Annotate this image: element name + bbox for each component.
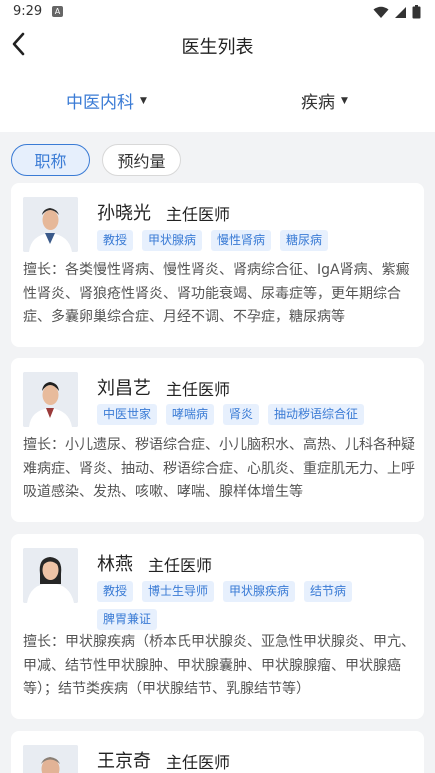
doctor-card[interactable]: 王京奇 主任医师 [11,731,424,773]
sort-by-booking-button[interactable]: 预约量 [102,144,181,176]
sort-by-title-button[interactable]: 职称 [11,144,90,176]
department-filter-label: 中医内科 [66,93,134,113]
doctor-card[interactable]: 林燕 主任医师 教授 博士生导师 甲状腺疾病 结节病 脾胃兼证 擅长：甲状腺疾病… [11,534,424,719]
battery-icon [412,5,421,19]
doctor-tag: 脾胃兼证 [97,609,158,630]
doctor-tags: 中医世家 哮喘病 肾炎 抽动秽语综合征 [97,404,407,425]
doctor-title: 主任医师 [166,205,231,224]
disease-filter-label: 疾病 [301,93,335,113]
doctor-tag: 结节病 [304,581,353,602]
sort-bar: 职称 预约量 [0,132,435,176]
page-title: 医生列表 [181,37,254,58]
filter-bar: 中医内科 ▼ 疾病 ▼ [0,66,435,132]
doctor-tag: 博士生导师 [142,581,215,602]
doctor-specialty: 擅长：甲状腺疾病（桥本氏甲状腺炎、亚急性甲状腺炎、甲亢、甲减、结节性甲状腺肿、甲… [23,634,415,697]
notification-app-icon: A [52,6,63,17]
doctor-card[interactable]: 孙晓光 主任医师 教授 甲状腺病 慢性肾病 糖尿病 擅长：各类慢性肾病、慢性肾炎… [11,183,424,347]
doctor-tag: 哮喘病 [166,404,215,425]
status-icons [373,5,421,19]
doctor-tag: 教授 [97,230,134,251]
doctor-name: 孙晓光 [97,203,151,224]
doctor-avatar [23,745,78,773]
wifi-icon [373,6,389,18]
doctor-card[interactable]: 刘昌艺 主任医师 中医世家 哮喘病 肾炎 抽动秽语综合征 擅长：小儿遗尿、秽语综… [11,358,424,522]
doctor-tags: 教授 博士生导师 甲状腺疾病 结节病 脾胃兼证 [97,581,407,630]
cellular-signal-icon [395,6,406,18]
doctor-tag: 肾炎 [223,404,260,425]
status-bar: 9:29 A [0,0,435,26]
dropdown-triangle-icon: ▼ [140,95,147,106]
doctor-specialty: 擅长：小儿遗尿、秽语综合症、小儿脑积水、高热、儿科各种疑难病症、肾炎、抽动、秽语… [23,437,415,500]
disease-filter[interactable]: 疾病 ▼ [301,88,348,113]
doctor-tag: 糖尿病 [280,230,329,251]
doctor-title: 主任医师 [148,556,213,575]
doctor-tag: 甲状腺疾病 [223,581,296,602]
doctor-avatar [23,548,78,603]
doctor-tag: 抽动秽语综合征 [268,404,365,425]
doctor-avatar [23,372,78,427]
doctor-tag: 慢性肾病 [211,230,272,251]
doctor-title: 主任医师 [166,753,231,772]
doctor-tag: 教授 [97,581,134,602]
app-header: 医生列表 [0,26,435,66]
doctor-title: 主任医师 [166,380,231,399]
doctor-name: 林燕 [97,554,133,575]
doctor-tag: 中医世家 [97,404,158,425]
doctor-name: 王京奇 [97,751,151,772]
department-filter[interactable]: 中医内科 ▼ [66,88,147,113]
doctor-name: 刘昌艺 [97,378,151,399]
doctor-tags: 教授 甲状腺病 慢性肾病 糖尿病 [97,230,407,251]
doctor-tag: 甲状腺病 [142,230,203,251]
doctor-avatar [23,197,78,252]
dropdown-triangle-icon: ▼ [341,95,348,106]
status-time: 9:29 [13,4,43,19]
doctor-specialty: 擅长：各类慢性肾病、慢性肾炎、肾病综合征、IgA肾病、紫癜性肾炎、肾狼疮性肾炎、… [23,262,410,325]
